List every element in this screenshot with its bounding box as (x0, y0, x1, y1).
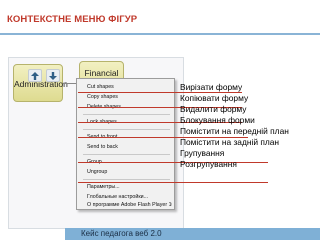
callout-cut-shapes: Вирізати форму (180, 82, 243, 92)
callout-group: Групування (180, 148, 225, 158)
arrow-down-icon (49, 72, 57, 80)
move-down-button[interactable] (46, 69, 60, 82)
arrow-up-icon (31, 72, 39, 80)
menu-separator (83, 129, 170, 130)
menu-item-copy-shapes[interactable]: Copy shapes (79, 92, 172, 102)
callout-ungroup: Розгрупування (180, 159, 237, 169)
title-divider (0, 33, 320, 35)
callout-lock-shapes: Блокування форми (180, 115, 255, 125)
menu-separator (83, 154, 170, 155)
move-up-button[interactable] (28, 69, 42, 82)
callout-copy-shapes: Копіювати форму (180, 93, 249, 103)
menu-separator (83, 114, 170, 115)
context-menu: Cut shapes Copy shapes Delete shapes Loc… (76, 78, 175, 210)
menu-item-settings[interactable]: Параметры... (79, 182, 172, 192)
callout-send-to-front: Помістити на передній план (180, 126, 289, 136)
menu-item-ungroup[interactable]: Ungroup (79, 167, 172, 177)
menu-separator (83, 179, 170, 180)
menu-item-cut-shapes[interactable]: Cut shapes (79, 82, 172, 92)
callout-underline (78, 182, 268, 183)
slide-title: КОНТЕКСТНЕ МЕНЮ ФІГУР (7, 14, 138, 25)
footer-caption: Кейс педагога веб 2.0 (81, 229, 162, 238)
callout-send-to-back: Помістити на задній план (180, 137, 280, 147)
menu-item-about-flash[interactable]: О программе Adobe Flash Player 10... (79, 200, 172, 210)
callout-underline (78, 162, 268, 163)
callout-delete-shapes: Видалити форму (180, 104, 247, 114)
menu-item-send-to-back[interactable]: Send to back (79, 142, 172, 152)
